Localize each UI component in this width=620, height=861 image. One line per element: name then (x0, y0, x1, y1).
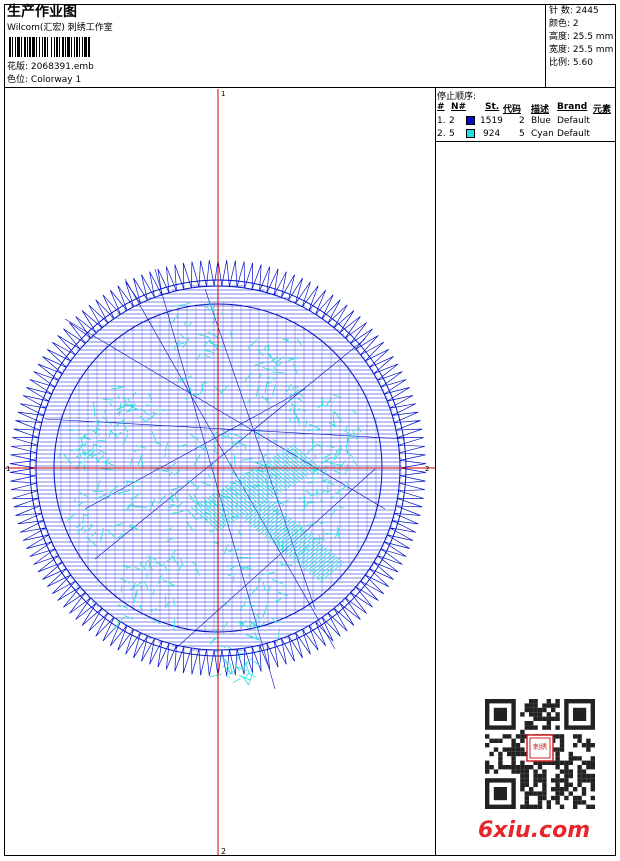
stop-sequence-title: 停止顺序: (437, 92, 477, 102)
stat-label: 颜色: (549, 19, 573, 29)
colorway-row: 色位: Colorway 1 (7, 75, 81, 86)
stat-row: 比例: 5.60 (549, 58, 593, 69)
colorway-value: Colorway 1 (30, 75, 82, 85)
design-file-row: 花版: 2068391.emb (7, 62, 94, 73)
col-header-brand: Brand (557, 102, 588, 112)
stat-label: 针 数: (549, 6, 576, 16)
stats-divider (545, 4, 546, 88)
row-index: 2. (437, 129, 446, 139)
stat-row: 针 数: 2445 (549, 6, 599, 17)
stat-row: 高度: 25.5 mm (549, 32, 613, 43)
sidebar-divider (435, 87, 436, 856)
row-brand: Default (557, 129, 590, 139)
row-index: 1. (437, 116, 446, 126)
stat-label: 宽度: (549, 45, 573, 55)
col-header-code: 代码 (503, 105, 522, 115)
axis-label-right: 2 (425, 465, 429, 473)
stat-value: 2445 (575, 6, 599, 16)
page-title: 生产作业图 (7, 4, 77, 20)
stat-value: 25.5 mm (572, 45, 614, 55)
col-header-stitches: St. (485, 102, 500, 112)
design-file: 2068391.emb (30, 62, 94, 72)
qr-code: 刺绣 (485, 699, 595, 809)
header-divider (4, 87, 616, 88)
axis-label-left: 1 (6, 465, 10, 473)
row-stitches: 924 (483, 129, 501, 139)
col-header-needle: N# (451, 102, 467, 112)
row-needle: 2 (449, 116, 455, 126)
stat-value: 5.60 (572, 58, 593, 68)
row-brand: Default (557, 116, 590, 126)
stat-row: 宽度: 25.5 mm (549, 45, 613, 56)
stat-row: 颜色: 2 (549, 19, 579, 30)
seal-icon: 刺绣 (526, 734, 554, 762)
color-swatch (466, 129, 475, 138)
row-description: Cyan (531, 129, 554, 139)
design-label: 花版: (7, 62, 29, 72)
site-watermark: 6xiu.com (478, 818, 591, 843)
barcode (9, 37, 90, 57)
studio-subtitle: Wilcom(汇宏) 刺绣工作室 (7, 23, 113, 33)
axis-label-bottom: 2 (221, 847, 226, 855)
col-header-index: # (437, 102, 445, 112)
row-code: 5 (519, 129, 525, 139)
seal-text: 刺绣 (533, 742, 547, 751)
row-code: 2 (519, 116, 525, 126)
stat-value: 2 (572, 19, 579, 29)
color-swatch (466, 116, 475, 125)
embroidery-preview: 1 2 1 2 (5, 89, 435, 855)
stat-value: 25.5 mm (572, 32, 614, 42)
axis-label-top: 1 (221, 90, 225, 98)
stat-label: 高度: (549, 32, 573, 42)
row-stitches: 1519 (480, 116, 503, 126)
stat-label: 比例: (549, 58, 573, 68)
col-header-element: 元素 (593, 105, 612, 115)
colorway-label: 色位: (7, 75, 29, 85)
row-needle: 5 (449, 129, 455, 139)
row-description: Blue (531, 116, 551, 126)
stop-table-bottom (435, 141, 616, 142)
col-header-description: 描述 (531, 105, 550, 115)
